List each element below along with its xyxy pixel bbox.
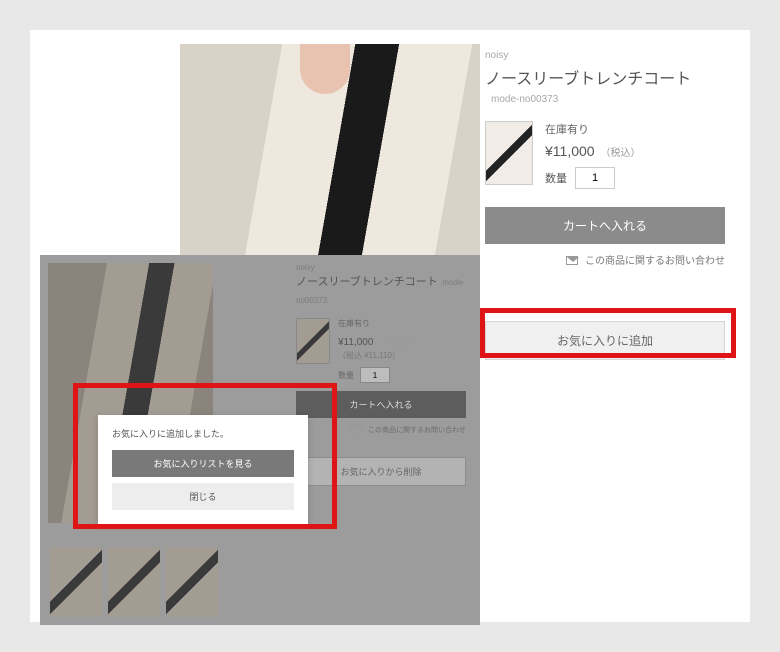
- overlay-title: ノースリーブトレンチコート: [296, 276, 438, 288]
- overlay-thumbnail-strip: [50, 547, 218, 617]
- overlay-tax-incl: （税込 ¥11,110）: [338, 350, 418, 361]
- overlay-stock-status: 在庫有り: [338, 318, 418, 329]
- overlay-remove-favorite: お気に入りから削除: [296, 457, 466, 486]
- add-to-favorites-button[interactable]: お気に入りに追加: [485, 321, 725, 360]
- mail-icon: [566, 256, 578, 265]
- stock-status: 在庫有り: [545, 121, 640, 137]
- overlay-qty-label: 数量: [338, 370, 354, 381]
- close-modal-button[interactable]: 閉じる: [112, 483, 294, 510]
- tax-label: （税込）: [600, 148, 640, 159]
- variant-thumbnail[interactable]: [485, 121, 533, 185]
- price-value: ¥11,000: [545, 143, 595, 159]
- product-sku: mode-no00373: [491, 94, 558, 105]
- overlay-add-to-cart: カートへ入れる: [296, 391, 466, 418]
- overlay-qty-input: [360, 367, 390, 383]
- overlay-price: ¥11,000: [338, 337, 373, 348]
- brand-label: noisy: [485, 50, 725, 61]
- quantity-label: 数量: [545, 170, 567, 186]
- overlay-thumb: [166, 547, 218, 617]
- quantity-input[interactable]: [575, 167, 615, 189]
- overlay-thumb: [108, 547, 160, 617]
- product-details-panel: noisy ノースリーブトレンチコート mode-no00373 在庫有り ¥1…: [485, 50, 725, 360]
- overlay-details-panel: noisy ノースリーブトレンチコート mode-no00373 在庫有り ¥1…: [296, 263, 466, 486]
- favorites-added-modal: お気に入りに追加しました。 お気に入りリストを見る 閉じる: [98, 415, 308, 524]
- overlay-variant-thumbnail: [296, 318, 330, 364]
- product-page: noisy ノースリーブトレンチコート mode-no00373 在庫有り ¥1…: [30, 30, 750, 622]
- overlay-brand: noisy: [296, 263, 466, 272]
- overlay-screenshot: noisy ノースリーブトレンチコート mode-no00373 在庫有り ¥1…: [40, 255, 480, 625]
- add-to-cart-button[interactable]: カートへ入れる: [485, 207, 725, 244]
- overlay-tax-label: （税込）: [378, 337, 418, 348]
- product-title: ノースリーブトレンチコート: [485, 71, 691, 88]
- overlay-thumb: [50, 547, 102, 617]
- overlay-contact: この商品に関するお問い合わせ: [368, 427, 466, 434]
- contact-link[interactable]: この商品に関するお問い合わせ: [585, 256, 725, 267]
- view-favorites-button[interactable]: お気に入りリストを見る: [112, 450, 294, 477]
- modal-message: お気に入りに追加しました。: [112, 427, 294, 440]
- overlay-mail-icon: [350, 424, 362, 433]
